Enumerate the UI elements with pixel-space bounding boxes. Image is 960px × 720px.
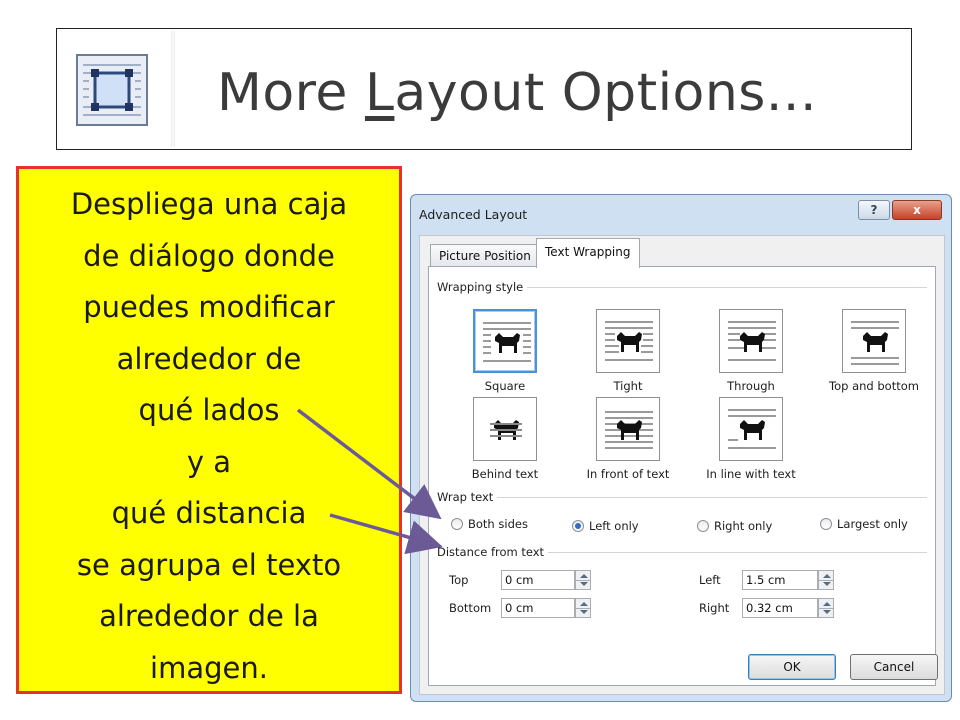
wrap-right-only-radio[interactable]: Right only: [697, 519, 772, 533]
right-distance-input[interactable]: 0.32 cm: [742, 598, 818, 618]
wrap-in-line-button[interactable]: [719, 397, 783, 461]
radio-indicator: [451, 518, 463, 530]
explanation-note: Despliega una caja de diálogo donde pued…: [16, 166, 402, 694]
note-line: de diálogo donde: [83, 238, 335, 273]
dialog-title: Advanced Layout: [419, 207, 528, 222]
text-wrapping-panel: Wrapping style Square Tight Through Top …: [428, 266, 936, 686]
radio-label: Largest only: [837, 517, 908, 531]
behind-text-icon: [490, 420, 522, 440]
through-wrap-icon: [728, 321, 776, 361]
wrap-behind-text-button[interactable]: [473, 397, 537, 461]
radio-indicator: [572, 520, 584, 532]
wrap-top-bottom-button[interactable]: [842, 309, 906, 373]
note-line: se agrupa el texto: [76, 547, 342, 582]
banner-separator: [171, 31, 175, 147]
top-distance-input[interactable]: 0 cm: [501, 570, 575, 590]
right-distance-spinner[interactable]: [818, 598, 834, 618]
group-divider: [437, 497, 927, 498]
wrap-top-bottom-label: Top and bottom: [829, 379, 919, 393]
bottom-distance-spinner[interactable]: [575, 598, 591, 618]
distance-from-text-label: Distance from text: [437, 545, 549, 559]
tight-wrap-icon: [605, 321, 653, 361]
wrap-both-sides-radio[interactable]: Both sides: [451, 517, 528, 531]
wrap-behind-text-label: Behind text: [471, 467, 539, 481]
wrap-square-label: Square: [484, 379, 526, 393]
note-line: puedes modificar: [83, 290, 335, 324]
wrap-square-button[interactable]: [473, 309, 537, 373]
wrap-through-button[interactable]: [719, 309, 783, 373]
wrap-tight-button[interactable]: [596, 309, 660, 373]
wrap-tight-label: Tight: [613, 379, 643, 393]
note-line: qué distancia: [111, 496, 307, 530]
left-distance-input[interactable]: 1.5 cm: [742, 570, 818, 590]
left-distance-label: Left: [699, 573, 721, 587]
ok-button[interactable]: OK: [748, 654, 836, 680]
help-button[interactable]: ?: [858, 200, 890, 220]
note-line: y a: [186, 444, 232, 479]
radio-label: Both sides: [468, 517, 528, 531]
radio-indicator: [820, 518, 832, 530]
in-line-text-icon: [728, 409, 776, 449]
wrapping-style-label: Wrapping style: [437, 280, 528, 294]
left-distance-spinner[interactable]: [818, 570, 834, 590]
more-layout-options-banner: More Layout Options...: [56, 28, 912, 150]
note-line: imagen.: [150, 650, 268, 685]
banner-text-before: More: [217, 63, 365, 123]
wrap-in-front-button[interactable]: [596, 397, 660, 461]
cancel-button[interactable]: Cancel: [850, 654, 938, 680]
top-bottom-wrap-icon: [851, 321, 899, 365]
tabs-area: Picture Position Text Wrapping Wrapping …: [419, 235, 945, 695]
tab-picture-position[interactable]: Picture Position: [430, 244, 540, 266]
more-layout-options-label[interactable]: More Layout Options...: [217, 63, 817, 123]
bottom-distance-input[interactable]: 0 cm: [501, 598, 575, 618]
top-distance-spinner[interactable]: [575, 570, 591, 590]
layout-options-icon: [69, 47, 155, 133]
radio-label: Right only: [714, 519, 773, 533]
bottom-distance-label: Bottom: [449, 601, 492, 615]
radio-label: Left only: [589, 519, 639, 533]
tab-text-wrapping[interactable]: Text Wrapping: [536, 238, 640, 268]
note-line: alrededor de: [116, 341, 302, 376]
close-button[interactable]: x: [892, 200, 942, 220]
wrap-left-only-radio[interactable]: Left only: [572, 519, 639, 533]
right-distance-label: Right: [699, 601, 730, 615]
note-line: alrededor de la: [99, 599, 319, 633]
wrap-through-label: Through: [727, 379, 775, 393]
top-distance-label: Top: [449, 573, 469, 587]
banner-text-accelerator: L: [364, 63, 395, 123]
wrap-text-label: Wrap text: [437, 490, 498, 504]
advanced-layout-dialog: Advanced Layout ? x Picture Position Tex…: [410, 194, 952, 702]
square-wrap-icon: [483, 322, 531, 362]
note-lines: Despliega una caja de diálogo donde pued…: [19, 179, 399, 694]
radio-indicator: [697, 520, 709, 532]
wrap-in-front-label: In front of text: [586, 467, 670, 481]
in-front-text-icon: [605, 411, 653, 449]
banner-text-after: ayout Options...: [394, 63, 817, 123]
note-line: Despliega una caja: [70, 187, 348, 221]
wrap-largest-only-radio[interactable]: Largest only: [820, 517, 908, 531]
note-line: qué lados: [138, 393, 280, 427]
wrap-in-line-label: In line with text: [706, 467, 796, 481]
